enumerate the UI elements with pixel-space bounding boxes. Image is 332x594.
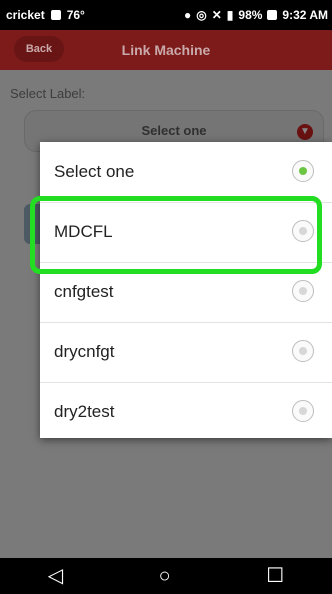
option-label: drycnfgt	[54, 342, 115, 361]
option-label: Select one	[54, 162, 135, 181]
option-label: cnfgtest	[54, 282, 114, 301]
radio-icon[interactable]	[292, 340, 314, 362]
select-label-text: Select Label:	[10, 86, 86, 101]
radio-icon[interactable]	[292, 280, 314, 302]
battery-icon	[267, 10, 278, 20]
chevron-down-icon: ▼	[297, 124, 313, 140]
option-drycnfgt[interactable]: drycnfgt	[40, 322, 332, 383]
location-icon: ●	[183, 8, 192, 22]
option-label: MDCFL	[54, 222, 113, 241]
option-label: dry2test	[54, 402, 115, 421]
back-nav-icon[interactable]: ◁	[48, 566, 63, 586]
battery-percent: 98%	[238, 8, 263, 22]
signal-icon: ▮	[226, 8, 234, 22]
select-dialog: Select one MDCFL cnfgtest drycnfgt dry2t…	[40, 142, 332, 438]
radio-icon[interactable]	[292, 400, 314, 422]
radio-selected-icon[interactable]	[292, 160, 314, 182]
status-left: cricket 76°	[6, 8, 85, 22]
radio-icon[interactable]	[292, 220, 314, 242]
recents-nav-icon[interactable]: ☐	[266, 566, 284, 586]
dropdown-value: Select one	[141, 123, 207, 138]
home-nav-icon[interactable]: ○	[159, 566, 171, 586]
image-icon	[50, 10, 61, 20]
carrier-name: cricket	[6, 8, 45, 22]
temperature: 76°	[66, 8, 85, 22]
title-bar: Back Link Machine	[0, 30, 332, 70]
option-cnfgtest[interactable]: cnfgtest	[40, 262, 332, 323]
sync-icon: ◎	[196, 8, 207, 22]
page-title: Link Machine	[121, 42, 211, 58]
nav-bar: ◁ ○ ☐	[0, 558, 332, 594]
option-dry2test[interactable]: dry2test	[40, 382, 332, 442]
mute-icon: ✕	[211, 8, 222, 22]
option-select-one[interactable]: Select one	[40, 142, 332, 203]
status-right: ● ◎ ✕ ▮ 98% 9:32 AM	[184, 8, 328, 22]
status-bar: cricket 76° ● ◎ ✕ ▮ 98% 9:32 AM	[0, 0, 332, 30]
clock: 9:32 AM	[282, 8, 328, 22]
option-mdcfl[interactable]: MDCFL	[40, 202, 332, 263]
